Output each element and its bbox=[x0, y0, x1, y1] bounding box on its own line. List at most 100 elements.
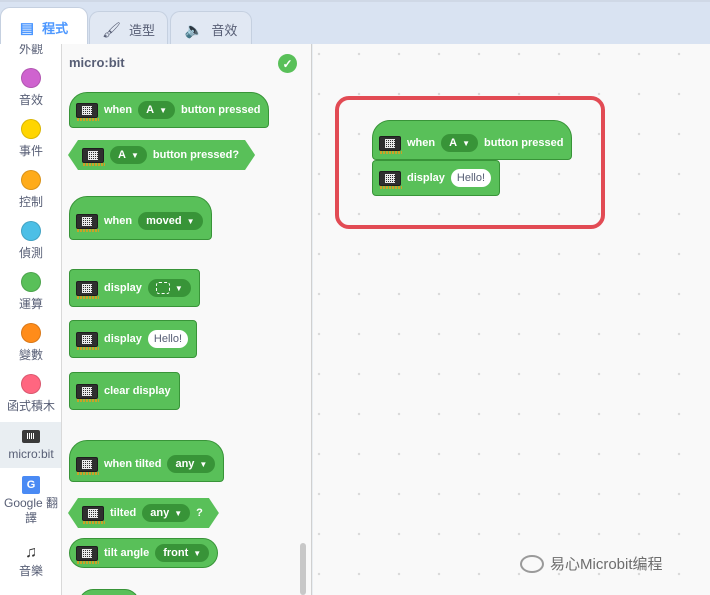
dropdown-value: any bbox=[150, 507, 170, 519]
watermark: 易心Microbit编程 bbox=[520, 553, 663, 574]
dropdown-arrow-icon: ▼ bbox=[186, 216, 195, 226]
block-display-pattern[interactable]: display ▼ bbox=[69, 269, 200, 307]
category-label: 音樂 bbox=[18, 564, 43, 578]
direction-dropdown[interactable]: any ▼ bbox=[142, 504, 190, 522]
direction-dropdown[interactable]: front ▼ bbox=[155, 544, 210, 562]
block-text: button pressed bbox=[181, 104, 261, 116]
tab-code-label: 程式 bbox=[42, 21, 69, 36]
category-label: 運算 bbox=[18, 297, 43, 311]
category-dot-icon bbox=[21, 272, 41, 292]
category-label: micro:bit bbox=[8, 447, 54, 461]
category-google-translate[interactable]: G Google 翻譯 bbox=[0, 476, 61, 526]
category-control[interactable]: 控制 bbox=[0, 170, 61, 210]
category-label: 音效 bbox=[18, 93, 43, 107]
wechat-logo-icon bbox=[520, 554, 544, 573]
dropdown-arrow-icon: ▼ bbox=[159, 105, 167, 115]
dropdown-arrow-icon: ▼ bbox=[174, 508, 183, 518]
microbit-icon bbox=[22, 430, 40, 443]
palette-title: micro:bit bbox=[69, 55, 125, 70]
block-display-text[interactable]: display Hello! bbox=[69, 320, 198, 358]
category-label: Google 翻譯 bbox=[3, 496, 59, 525]
dropdown-arrow-icon: ▼ bbox=[193, 548, 202, 558]
block-text: ? bbox=[196, 507, 203, 519]
block-button-pressed[interactable]: A ▼ button pressed? bbox=[68, 140, 255, 170]
category-dot-icon bbox=[21, 170, 41, 190]
category-looks[interactable]: 外觀 bbox=[0, 44, 61, 57]
category-sound[interactable]: 音效 bbox=[0, 68, 61, 108]
dropdown-arrow-icon: ▼ bbox=[199, 459, 208, 469]
category-label: 外觀 bbox=[18, 44, 43, 56]
editor-tab-bar: ▤ 程式 🖌 造型 🔈 音效 bbox=[0, 0, 710, 47]
watermark-text: 易心Microbit编程 bbox=[550, 556, 663, 573]
dropdown-value: A bbox=[146, 104, 155, 116]
category-events[interactable]: 事件 bbox=[0, 119, 61, 159]
music-note-icon: ♫ bbox=[25, 544, 37, 561]
block-text: when bbox=[104, 104, 133, 116]
button-dropdown[interactable]: A ▼ bbox=[110, 146, 147, 164]
block-clear-display[interactable]: clear display bbox=[69, 372, 180, 410]
block-tilted[interactable]: tilted any ▼ ? bbox=[68, 498, 219, 528]
category-dot-icon bbox=[21, 68, 41, 88]
dropdown-arrow-icon: ▼ bbox=[174, 283, 183, 293]
microbit-icon bbox=[76, 102, 99, 121]
block-text: tilt angle bbox=[104, 547, 150, 559]
highlight-box bbox=[335, 96, 605, 229]
pattern-dropdown[interactable]: ▼ bbox=[147, 279, 191, 297]
category-my-blocks[interactable]: 函式積木 bbox=[0, 374, 61, 414]
code-icon: ▤ bbox=[19, 19, 35, 37]
category-sensing[interactable]: 偵測 bbox=[0, 221, 61, 261]
block-tilt-angle[interactable]: tilt angle front ▼ bbox=[69, 538, 219, 568]
microbit-icon bbox=[76, 331, 99, 350]
microbit-icon bbox=[82, 506, 104, 521]
category-music[interactable]: ♫ 音樂 bbox=[0, 544, 61, 579]
block-when-button-pressed[interactable]: when A ▼ button pressed bbox=[69, 92, 270, 128]
tab-sounds-label: 音效 bbox=[211, 23, 238, 38]
category-label: 事件 bbox=[18, 144, 43, 158]
category-dot-icon bbox=[21, 374, 41, 394]
category-variables[interactable]: 變數 bbox=[0, 323, 61, 363]
gesture-dropdown[interactable]: moved ▼ bbox=[138, 212, 203, 230]
microbit-icon bbox=[82, 148, 104, 163]
microbit-icon bbox=[76, 280, 99, 299]
speaker-icon: 🔈 bbox=[184, 21, 204, 39]
microbit-icon bbox=[76, 383, 99, 402]
category-microbit[interactable]: micro:bit bbox=[0, 422, 61, 468]
category-operators[interactable]: 運算 bbox=[0, 272, 61, 312]
tab-sounds[interactable]: 🔈 音效 bbox=[170, 11, 252, 47]
dropdown-value: moved bbox=[146, 215, 182, 227]
category-label: 偵測 bbox=[18, 246, 43, 260]
microbit-icon bbox=[76, 545, 99, 564]
block-when-moved[interactable]: when moved ▼ bbox=[69, 196, 212, 240]
dropdown-value: any bbox=[175, 458, 195, 470]
dropdown-value: A bbox=[118, 149, 126, 161]
tab-code[interactable]: ▤ 程式 bbox=[0, 7, 88, 47]
dropdown-arrow-icon: ▼ bbox=[130, 150, 139, 160]
block-text: display bbox=[104, 282, 142, 294]
category-dot-icon bbox=[21, 119, 41, 139]
partial-block bbox=[79, 589, 139, 595]
block-text: when bbox=[104, 215, 133, 227]
category-dot-icon bbox=[21, 323, 41, 343]
tab-costumes-label: 造型 bbox=[129, 23, 156, 38]
tab-costumes[interactable]: 🖌 造型 bbox=[89, 11, 168, 47]
direction-dropdown[interactable]: any ▼ bbox=[167, 455, 216, 473]
microbit-icon bbox=[76, 213, 99, 232]
category-label: 變數 bbox=[18, 348, 43, 362]
checkmark-icon: ✓ bbox=[278, 54, 297, 73]
block-text: display bbox=[104, 333, 142, 345]
dropdown-value: front bbox=[163, 547, 189, 559]
button-dropdown[interactable]: A ▼ bbox=[138, 101, 175, 119]
category-dot-icon bbox=[21, 221, 41, 241]
brush-icon: 🖌 bbox=[101, 21, 122, 39]
block-when-tilted[interactable]: when tilted any ▼ bbox=[69, 440, 225, 482]
heart-pattern-icon bbox=[155, 282, 170, 294]
block-palette: micro:bit ✓ when A ▼ button pressed A ▼ bu… bbox=[62, 44, 312, 595]
category-label: 控制 bbox=[18, 195, 43, 209]
translate-icon: G bbox=[22, 476, 40, 494]
category-label: 函式積木 bbox=[6, 399, 55, 413]
block-text: clear display bbox=[104, 385, 171, 397]
microbit-icon bbox=[76, 456, 99, 475]
text-input[interactable]: Hello! bbox=[147, 330, 189, 348]
palette-scrollbar[interactable] bbox=[300, 543, 306, 595]
block-text: tilted bbox=[110, 507, 137, 519]
